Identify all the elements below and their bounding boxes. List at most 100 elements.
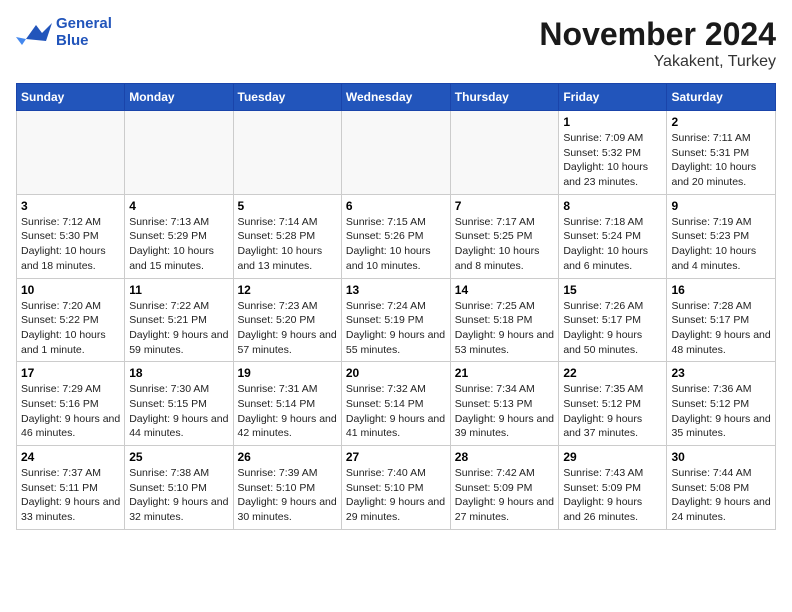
calendar-cell: 14 Sunrise: 7:25 AMSunset: 5:18 PMDayligh… [450,278,559,362]
day-info: Sunrise: 7:36 AMSunset: 5:12 PMDaylight:… [671,382,771,441]
day-info: Sunrise: 7:39 AMSunset: 5:10 PMDaylight:… [238,466,337,525]
day-number: 9 [671,199,771,213]
calendar-cell: 27 Sunrise: 7:40 AMSunset: 5:10 PMDayligh… [341,446,450,530]
calendar-cell [233,111,341,195]
calendar-cell: 21Sunrise: 7:34 AMSunset: 5:13 PMDayligh… [450,362,559,446]
calendar-cell: 3Sunrise: 7:12 AMSunset: 5:30 PMDaylight… [17,194,125,278]
day-info: Sunrise: 7:19 AMSunset: 5:23 PMDaylight:… [671,215,771,274]
weekday-header: Thursday [450,84,559,111]
day-info: Sunrise: 7:31 AMSunset: 5:14 PMDaylight:… [238,382,337,441]
weekday-header: Friday [559,84,667,111]
day-number: 27 [346,450,446,464]
day-number: 2 [671,115,771,129]
day-info: Sunrise: 7:17 AMSunset: 5:25 PMDaylight:… [455,215,555,274]
day-number: 25 [129,450,228,464]
calendar-cell: 13Sunrise: 7:24 AMSunset: 5:19 PMDayligh… [341,278,450,362]
calendar-cell [341,111,450,195]
calendar-cell: 16 Sunrise: 7:28 AMSunset: 5:17 PMDayligh… [667,278,776,362]
weekday-header: Saturday [667,84,776,111]
day-number: 16 [671,283,771,297]
weekday-header: Tuesday [233,84,341,111]
day-info: Sunrise: 7:40 AMSunset: 5:10 PMDaylight:… [346,466,446,525]
calendar-cell: 12 Sunrise: 7:23 AMSunset: 5:20 PMDayligh… [233,278,341,362]
day-info: Sunrise: 7:11 AMSunset: 5:31 PMDaylight:… [671,131,771,190]
day-info: Sunrise: 7:22 AMSunset: 5:21 PMDaylight:… [129,299,228,358]
day-info: Sunrise: 7:35 AMSunset: 5:12 PMDaylight:… [563,382,662,441]
calendar-cell: 6 Sunrise: 7:15 AMSunset: 5:26 PMDaylight… [341,194,450,278]
day-number: 14 [455,283,555,297]
day-info: Sunrise: 7:09 AMSunset: 5:32 PMDaylight:… [563,131,662,190]
day-info: Sunrise: 7:13 AMSunset: 5:29 PMDaylight:… [129,215,228,274]
page-header: General Blue November 2024 Yakakent, Tur… [16,16,776,71]
calendar-cell: 15Sunrise: 7:26 AMSunset: 5:17 PMDayligh… [559,278,667,362]
day-number: 5 [238,199,337,213]
calendar-cell: 25 Sunrise: 7:38 AMSunset: 5:10 PMDayligh… [125,446,233,530]
day-number: 17 [21,366,120,380]
calendar-cell: 17 Sunrise: 7:29 AMSunset: 5:16 PMDayligh… [17,362,125,446]
day-info: Sunrise: 7:44 AMSunset: 5:08 PMDaylight:… [671,466,771,525]
calendar-cell: 30 Sunrise: 7:44 AMSunset: 5:08 PMDayligh… [667,446,776,530]
day-info: Sunrise: 7:15 AMSunset: 5:26 PMDaylight:… [346,215,446,274]
day-number: 28 [455,450,555,464]
day-number: 1 [563,115,662,129]
day-number: 6 [346,199,446,213]
calendar-cell: 18 Sunrise: 7:30 AMSunset: 5:15 PMDayligh… [125,362,233,446]
weekday-header: Sunday [17,84,125,111]
day-info: Sunrise: 7:23 AMSunset: 5:20 PMDaylight:… [238,299,337,358]
calendar-week-row: 1 Sunrise: 7:09 AMSunset: 5:32 PMDaylight… [17,111,776,195]
day-info: Sunrise: 7:30 AMSunset: 5:15 PMDaylight:… [129,382,228,441]
day-number: 26 [238,450,337,464]
calendar-cell [17,111,125,195]
month-title: November 2024 [539,16,776,53]
day-number: 7 [455,199,555,213]
calendar-cell: 5 Sunrise: 7:14 AMSunset: 5:28 PMDaylight… [233,194,341,278]
day-info: Sunrise: 7:18 AMSunset: 5:24 PMDaylight:… [563,215,662,274]
day-info: Sunrise: 7:38 AMSunset: 5:10 PMDaylight:… [129,466,228,525]
day-number: 29 [563,450,662,464]
day-info: Sunrise: 7:37 AMSunset: 5:11 PMDaylight:… [21,466,120,525]
day-info: Sunrise: 7:12 AMSunset: 5:30 PMDaylight:… [21,215,120,274]
calendar-cell: 1 Sunrise: 7:09 AMSunset: 5:32 PMDaylight… [559,111,667,195]
calendar-header-row: SundayMondayTuesdayWednesdayThursdayFrid… [17,84,776,111]
day-number: 11 [129,283,228,297]
calendar-cell: 7 Sunrise: 7:17 AMSunset: 5:25 PMDaylight… [450,194,559,278]
calendar-cell: 24Sunrise: 7:37 AMSunset: 5:11 PMDayligh… [17,446,125,530]
day-info: Sunrise: 7:25 AMSunset: 5:18 PMDaylight:… [455,299,555,358]
day-number: 18 [129,366,228,380]
calendar-cell: 22 Sunrise: 7:35 AMSunset: 5:12 PMDayligh… [559,362,667,446]
day-number: 21 [455,366,555,380]
calendar-week-row: 10Sunrise: 7:20 AMSunset: 5:22 PMDayligh… [17,278,776,362]
calendar-cell: 20 Sunrise: 7:32 AMSunset: 5:14 PMDayligh… [341,362,450,446]
calendar-week-row: 17 Sunrise: 7:29 AMSunset: 5:16 PMDayligh… [17,362,776,446]
day-number: 23 [671,366,771,380]
day-number: 22 [563,366,662,380]
day-number: 8 [563,199,662,213]
day-number: 13 [346,283,446,297]
logo: General Blue [16,16,112,49]
title-area: November 2024 Yakakent, Turkey [539,16,776,71]
day-number: 30 [671,450,771,464]
day-info: Sunrise: 7:28 AMSunset: 5:17 PMDaylight:… [671,299,771,358]
calendar-cell: 28 Sunrise: 7:42 AMSunset: 5:09 PMDayligh… [450,446,559,530]
day-number: 20 [346,366,446,380]
day-info: Sunrise: 7:14 AMSunset: 5:28 PMDaylight:… [238,215,337,274]
day-number: 15 [563,283,662,297]
day-number: 12 [238,283,337,297]
calendar-cell [125,111,233,195]
day-info: Sunrise: 7:42 AMSunset: 5:09 PMDaylight:… [455,466,555,525]
calendar-week-row: 24Sunrise: 7:37 AMSunset: 5:11 PMDayligh… [17,446,776,530]
calendar-cell: 26 Sunrise: 7:39 AMSunset: 5:10 PMDayligh… [233,446,341,530]
weekday-header: Wednesday [341,84,450,111]
day-info: Sunrise: 7:29 AMSunset: 5:16 PMDaylight:… [21,382,120,441]
calendar-cell [450,111,559,195]
day-info: Sunrise: 7:32 AMSunset: 5:14 PMDaylight:… [346,382,446,441]
location-subtitle: Yakakent, Turkey [539,53,776,71]
calendar-cell: 29Sunrise: 7:43 AMSunset: 5:09 PMDayligh… [559,446,667,530]
calendar-cell: 10Sunrise: 7:20 AMSunset: 5:22 PMDayligh… [17,278,125,362]
day-info: Sunrise: 7:20 AMSunset: 5:22 PMDaylight:… [21,299,120,358]
calendar-cell: 2 Sunrise: 7:11 AMSunset: 5:31 PMDaylight… [667,111,776,195]
logo-text-blue: Blue [56,32,89,49]
calendar-cell: 19Sunrise: 7:31 AMSunset: 5:14 PMDayligh… [233,362,341,446]
day-number: 4 [129,199,228,213]
calendar-table: SundayMondayTuesdayWednesdayThursdayFrid… [16,83,776,530]
